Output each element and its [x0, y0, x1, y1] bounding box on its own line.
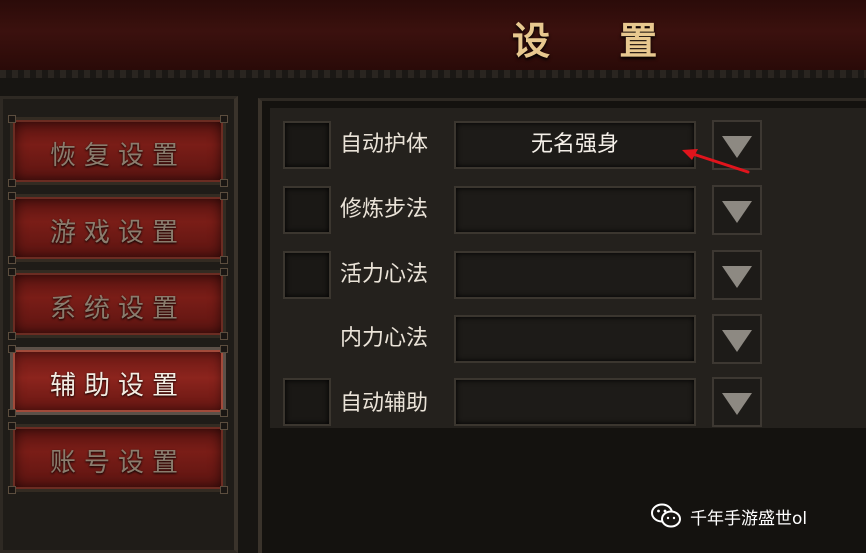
cultivation-steps-select[interactable]	[454, 186, 696, 234]
auto-protect-checkbox[interactable]	[283, 121, 331, 169]
cultivation-steps-checkbox[interactable]	[283, 186, 331, 234]
title-bar: 设 置	[0, 0, 866, 78]
vitality-method-label: 活力心法	[340, 262, 429, 287]
auto-assist-checkbox[interactable]	[283, 378, 331, 426]
watermark: 千年手游盛世ol	[650, 499, 855, 533]
cultivation-steps-label: 修炼步法	[340, 197, 429, 222]
sidebar-item-label: 账号设置	[49, 448, 186, 478]
vitality-method-select[interactable]	[454, 251, 696, 299]
auto-protect-label: 自动护体	[340, 132, 429, 157]
vitality-method-checkbox[interactable]	[283, 251, 331, 299]
page-title: 设 置	[512, 18, 686, 63]
sidebar-item-system-settings[interactable]: 系统设置	[8, 268, 228, 340]
vitality-method-dropdown-button[interactable]	[712, 250, 762, 300]
sidebar-item-label: 恢复设置	[49, 141, 186, 171]
auto-assist-dropdown-button[interactable]	[712, 377, 762, 427]
sidebar-item-account-settings[interactable]: 账号设置	[8, 422, 228, 494]
inner-power-method-select[interactable]	[454, 315, 696, 363]
auto-assist-select[interactable]	[454, 378, 696, 426]
triangle-down-icon	[722, 393, 752, 415]
sidebar-item-label: 系统设置	[49, 294, 186, 324]
inner-power-method-label: 内力心法	[340, 326, 429, 351]
auto-protect-select[interactable]: 无名强身	[454, 121, 696, 169]
sidebar-item-assist-settings[interactable]: 辅助设置	[8, 345, 228, 417]
wechat-icon	[651, 503, 681, 528]
cultivation-steps-dropdown-button[interactable]	[712, 185, 762, 235]
triangle-down-icon	[722, 201, 752, 223]
sidebar-item-label: 游戏设置	[49, 218, 186, 248]
triangle-down-icon	[722, 266, 752, 288]
sidebar-item-label: 辅助设置	[49, 371, 186, 401]
sidebar-item-recovery-settings[interactable]: 恢复设置	[8, 115, 228, 187]
triangle-down-icon	[722, 330, 752, 352]
sidebar-item-game-settings[interactable]: 游戏设置	[8, 192, 228, 264]
watermark-text: 千年手游盛世ol	[690, 508, 808, 529]
auto-assist-label: 自动辅助	[340, 391, 429, 416]
inner-power-method-dropdown-button[interactable]	[712, 314, 762, 364]
annotation-arrow-icon	[682, 149, 750, 174]
